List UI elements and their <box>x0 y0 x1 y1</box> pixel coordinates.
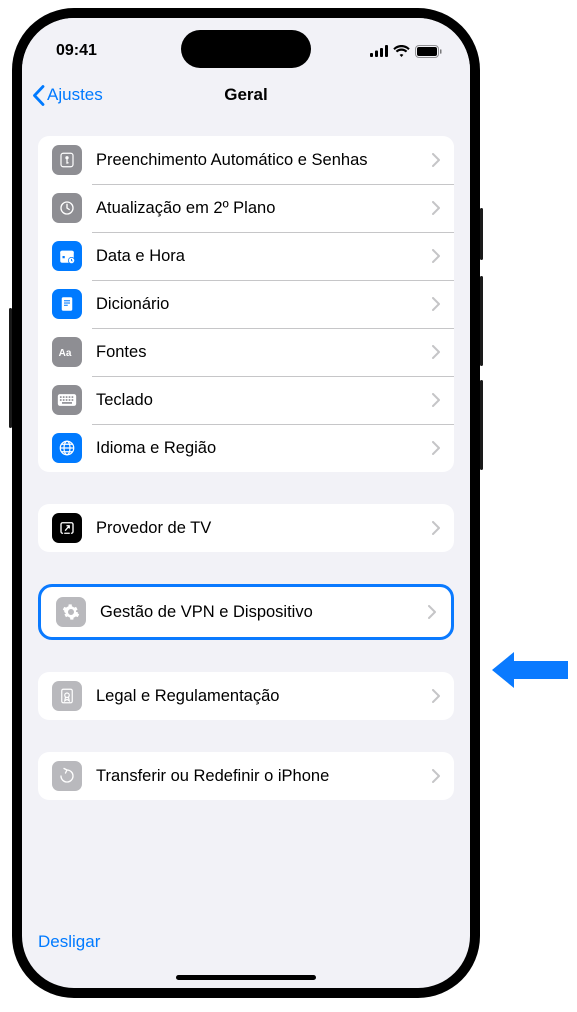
chevron-right-icon <box>432 297 440 311</box>
chevron-left-icon <box>32 85 45 106</box>
home-indicator[interactable] <box>176 975 316 980</box>
phone-screen: 09:41 Ajustes Geral Preenchimento Automá… <box>22 18 470 988</box>
settings-row[interactable]: Legal e Regulamentação <box>38 672 454 720</box>
cert-icon <box>52 681 82 711</box>
chevron-right-icon <box>432 153 440 167</box>
settings-group: Legal e Regulamentação <box>38 672 454 720</box>
wifi-icon <box>393 45 410 57</box>
svg-text:Aa: Aa <box>59 348 72 359</box>
settings-row[interactable]: Teclado <box>38 376 454 424</box>
phone-frame: 09:41 Ajustes Geral Preenchimento Automá… <box>12 8 480 998</box>
chevron-right-icon <box>432 393 440 407</box>
settings-row[interactable]: Data e Hora <box>38 232 454 280</box>
calendar-icon <box>52 241 82 271</box>
chevron-right-icon <box>432 201 440 215</box>
settings-content[interactable]: Preenchimento Automático e Senhas Atualiz… <box>22 118 470 952</box>
row-label: Teclado <box>96 390 432 411</box>
book-icon <box>52 289 82 319</box>
settings-row[interactable]: Transferir ou Redefinir o iPhone <box>38 752 454 800</box>
cellular-icon <box>370 45 388 57</box>
back-label: Ajustes <box>47 85 103 105</box>
chevron-right-icon <box>432 249 440 263</box>
chevron-right-icon <box>428 605 436 619</box>
shutdown-button[interactable]: Desligar <box>22 914 116 952</box>
settings-row[interactable]: Provedor de TV <box>38 504 454 552</box>
row-label: Atualização em 2º Plano <box>96 198 432 219</box>
status-time: 09:41 <box>56 42 97 60</box>
row-label: Data e Hora <box>96 246 432 267</box>
side-button <box>480 208 483 260</box>
row-label: Transferir ou Redefinir o iPhone <box>96 766 432 787</box>
settings-group: Provedor de TV <box>38 504 454 552</box>
keyboard-icon <box>52 385 82 415</box>
settings-group: Transferir ou Redefinir o iPhone <box>38 752 454 800</box>
chevron-right-icon <box>432 345 440 359</box>
row-label: Preenchimento Automático e Senhas <box>96 150 432 171</box>
settings-row[interactable]: Preenchimento Automático e Senhas <box>38 136 454 184</box>
row-label: Fontes <box>96 342 432 363</box>
power-button <box>9 308 12 428</box>
nav-bar: Ajustes Geral <box>22 72 470 118</box>
chevron-right-icon <box>432 689 440 703</box>
gear-icon <box>56 597 86 627</box>
settings-row[interactable]: Idioma e Região <box>38 424 454 472</box>
settings-row[interactable]: Dicionário <box>38 280 454 328</box>
dynamic-island <box>181 30 311 68</box>
row-label: Idioma e Região <box>96 438 432 459</box>
fonts-icon: Aa <box>52 337 82 367</box>
settings-row[interactable]: Aa Fontes <box>38 328 454 376</box>
row-label: Dicionário <box>96 294 432 315</box>
reset-icon <box>52 761 82 791</box>
chevron-right-icon <box>432 769 440 783</box>
arrow-annotation <box>490 648 568 692</box>
row-label: Legal e Regulamentação <box>96 686 432 707</box>
key-icon <box>52 145 82 175</box>
refresh-icon <box>52 193 82 223</box>
row-label: Provedor de TV <box>96 518 432 539</box>
globe-icon <box>52 433 82 463</box>
settings-group: Gestão de VPN e Dispositivo <box>38 584 454 640</box>
settings-row[interactable]: Gestão de VPN e Dispositivo <box>42 588 450 636</box>
nav-title: Geral <box>224 85 267 105</box>
battery-icon <box>415 45 442 58</box>
chevron-right-icon <box>432 521 440 535</box>
side-button <box>480 276 483 366</box>
side-button <box>480 380 483 470</box>
settings-group: Preenchimento Automático e Senhas Atualiz… <box>38 136 454 472</box>
row-label: Gestão de VPN e Dispositivo <box>100 602 428 623</box>
status-icons <box>370 45 442 58</box>
tv-icon <box>52 513 82 543</box>
back-button[interactable]: Ajustes <box>32 85 103 106</box>
chevron-right-icon <box>432 441 440 455</box>
settings-row[interactable]: Atualização em 2º Plano <box>38 184 454 232</box>
